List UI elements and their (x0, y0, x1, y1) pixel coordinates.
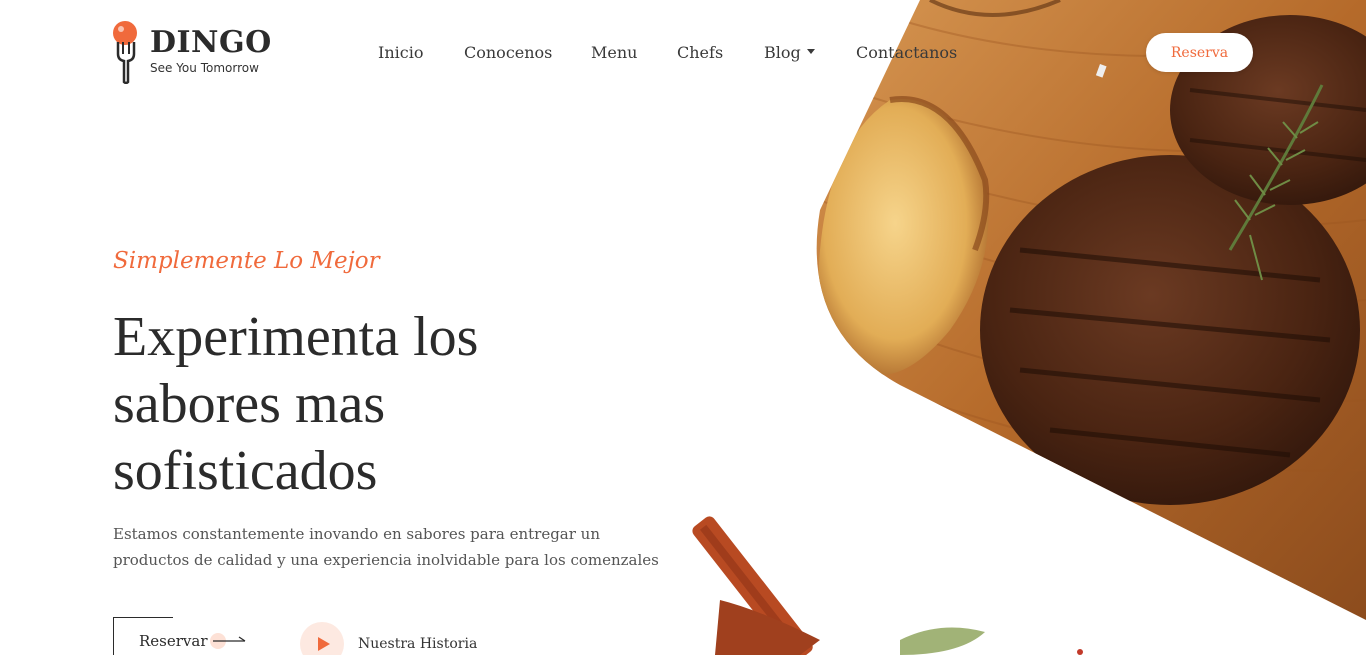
brand-tagline: See You Tomorrow (150, 61, 259, 75)
brand-name: DINGO (150, 25, 272, 60)
nav-item-inicio[interactable]: Inicio (378, 40, 423, 66)
play-button[interactable] (300, 622, 344, 655)
hero-headline-line-3: sofisticados (113, 440, 378, 502)
reserve-button[interactable]: Reserva (1146, 33, 1253, 72)
hero-headline: Experimenta los sabores mas sofisticados (113, 304, 673, 505)
hero-headline-line-2: sabores mas (113, 373, 386, 435)
nav-item-menu[interactable]: Menu (591, 40, 637, 66)
nav-item-conocenos[interactable]: Conocenos (464, 40, 552, 66)
fork-with-orange-icon (113, 21, 137, 84)
hero-headline-line-1: Experimenta los (113, 306, 479, 368)
play-icon (317, 637, 330, 651)
hero-description: Estamos constantemente inovando en sabor… (113, 525, 659, 569)
brand-logo[interactable]: DINGO See You Tomorrow (113, 20, 272, 84)
nav-item-blog-label: Blog (764, 43, 801, 62)
nav-item-contactanos[interactable]: Contactanos (856, 40, 957, 66)
nuestra-historia-label: Nuestra Historia (358, 636, 478, 652)
caret-down-icon (806, 49, 815, 54)
reservar-button-label: Reservar (139, 632, 208, 650)
nuestra-historia-button[interactable]: Nuestra Historia (300, 622, 477, 655)
reservar-button[interactable]: Reservar (113, 617, 248, 655)
hero-eyebrow: Simplemente Lo Mejor (113, 248, 380, 274)
nav-item-chefs[interactable]: Chefs (677, 40, 723, 66)
arrow-right-icon (210, 633, 246, 649)
nav-item-blog[interactable]: Blog (764, 40, 815, 66)
